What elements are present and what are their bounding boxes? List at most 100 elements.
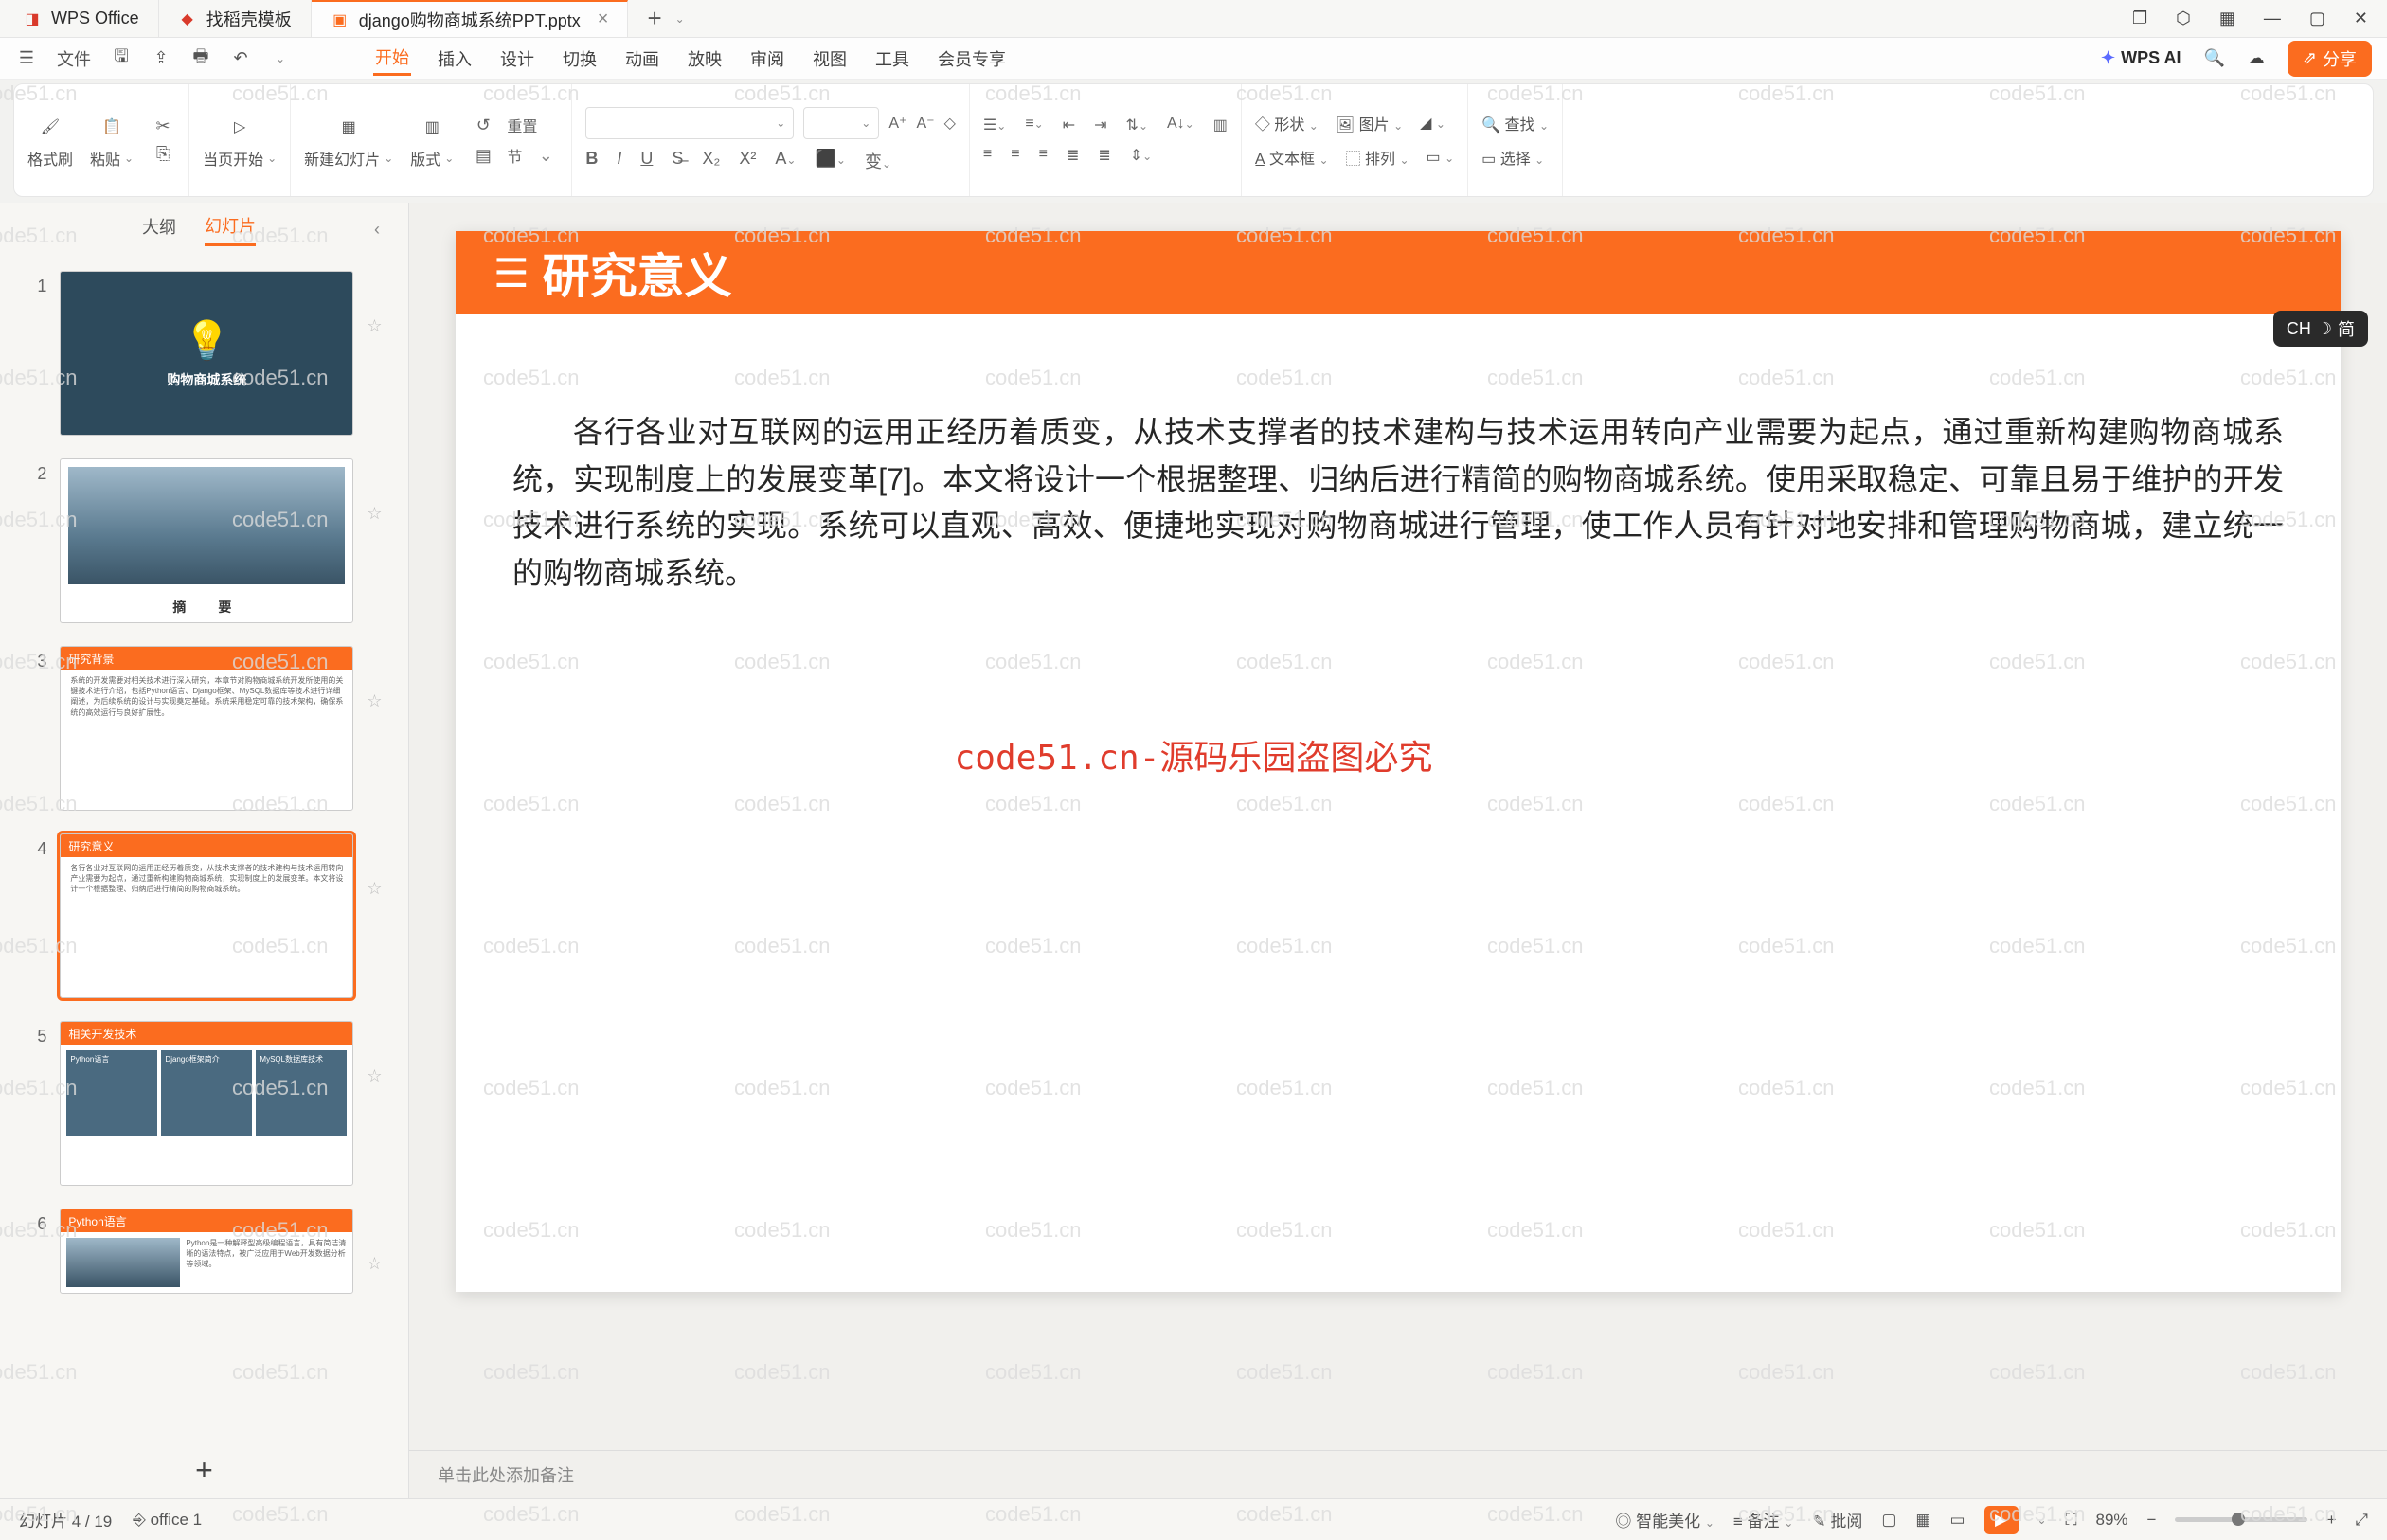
select-button[interactable]: ▭ 选择 ⌄ (1481, 146, 1544, 169)
tab-menu-caret[interactable]: ⌄ (675, 12, 685, 26)
strike-button[interactable]: S̶ (672, 149, 683, 173)
close-window-button[interactable]: ✕ (2354, 9, 2368, 28)
menu-tool[interactable]: 工具 (873, 43, 911, 75)
export-icon[interactable]: ⇪ (150, 47, 172, 70)
slide-scroll[interactable]: ☰ 研究意义 各行各业对互联网的运用正经历着质变，从技术支撑者的技术建构与技术运… (409, 203, 2387, 1450)
star-icon[interactable]: ☆ (367, 458, 384, 524)
find-button[interactable]: 🔍 查找 ⌄ (1481, 112, 1549, 134)
italic-button[interactable]: I (617, 149, 621, 173)
office-indicator[interactable]: ⎆ office 1 (133, 1511, 202, 1530)
maximize-button[interactable]: ▢ (2309, 9, 2325, 28)
slideshow-button[interactable]: ▶ (1984, 1506, 2019, 1534)
menu-insert[interactable]: 插入 (436, 43, 474, 75)
file-menu[interactable]: 文件 (55, 43, 93, 75)
zoom-value[interactable]: 89% (2095, 1511, 2127, 1530)
textbox-button[interactable]: A̲ 文本框 ⌄ (1255, 146, 1329, 169)
bullet-list-button[interactable]: ☰⌄ (983, 116, 1006, 134)
format-brush-button[interactable]: 🖌 格式刷 (27, 111, 73, 170)
subscript-button[interactable]: X₂ (702, 149, 720, 173)
menu-anim[interactable]: 动画 (623, 43, 661, 75)
underline-button[interactable]: U (640, 149, 653, 173)
share-button[interactable]: ⇗ 分享 (2288, 41, 2372, 77)
thumbnail-list[interactable]: 1 💡 购物商城系统 ☆ 2 摘 要 ☆ (0, 256, 408, 1442)
normal-view-icon[interactable]: ▢ (1881, 1511, 1896, 1530)
qa-caret[interactable]: ⌄ (269, 47, 292, 70)
align-left-button[interactable]: ≡ (983, 146, 992, 165)
undo-icon[interactable]: ↶ (229, 47, 252, 70)
star-icon[interactable]: ☆ (367, 646, 384, 711)
shape-button[interactable]: ◇ 形状 ⌄ (1255, 112, 1319, 134)
search-icon[interactable]: 🔍 (2203, 48, 2224, 68)
paste-button[interactable]: 📋 粘贴⌄ (90, 111, 134, 170)
indent-inc-button[interactable]: ⇥ (1094, 116, 1106, 134)
clear-format-icon[interactable]: ◇ (944, 114, 956, 133)
align-dist-button[interactable]: ≣ (1098, 146, 1110, 165)
align-justify-button[interactable]: ≣ (1067, 146, 1079, 165)
add-slide-button[interactable]: + (0, 1442, 408, 1498)
slide-thumb-2[interactable]: 摘 要 (60, 458, 353, 623)
expand-icon[interactable]: ⤢ (2355, 1511, 2368, 1530)
menu-view[interactable]: 视图 (811, 43, 849, 75)
menu-start[interactable]: 开始 (373, 41, 411, 76)
save-icon[interactable]: 🖫 (110, 47, 133, 70)
slide-editor[interactable]: ☰ 研究意义 各行各业对互联网的运用正经历着质变，从技术支撑者的技术建构与技术运… (456, 231, 2341, 1292)
vertical-align-button[interactable]: ⇕⌄ (1130, 146, 1152, 165)
tab-document[interactable]: ▣ django购物商城系统PPT.pptx × (312, 0, 629, 37)
star-icon[interactable]: ☆ (367, 1209, 384, 1274)
image-button[interactable]: 🖼 图片 ⌄ (1336, 112, 1403, 134)
number-list-button[interactable]: ≡⌄ (1025, 116, 1043, 134)
menu-icon[interactable]: ☰ (15, 47, 38, 70)
star-icon[interactable]: ☆ (367, 1021, 384, 1086)
slide-thumb-5[interactable]: 相关开发技术 Python语言 Django框架简介 MySQL数据库技术 (60, 1021, 353, 1186)
align-right-button[interactable]: ≡ (1039, 146, 1048, 165)
section-button[interactable]: ▤节⌄ (471, 144, 558, 167)
text-dir-button[interactable]: A↓⌄ (1167, 116, 1194, 134)
slide-thumb-3[interactable]: 研究背景 系统的开发需要对相关技术进行深入研究，本章节对购物商城系统开发所使用的… (60, 646, 353, 811)
fill-button[interactable]: ▭ ⌄ (1427, 148, 1455, 167)
tab-outline[interactable]: 大纲 (142, 214, 176, 244)
close-tab-icon[interactable]: × (590, 9, 609, 30)
slide-thumb-6[interactable]: Python语言 Python是一种解释型高级编程语言，具有简洁清晰的语法特点，… (60, 1209, 353, 1294)
cloud-icon[interactable]: ☁ (2248, 48, 2265, 68)
cut-icon[interactable]: ✂ (151, 116, 175, 136)
slide-thumb-4[interactable]: 研究意义 各行各业对互联网的运用正经历着质变，从技术支撑者的技术建构与技术运用转… (60, 833, 353, 998)
ime-indicator[interactable]: CH ☽ 简 (2273, 311, 2368, 347)
highlight-button[interactable]: ⬛⌄ (815, 149, 845, 173)
font-size-select[interactable]: ⌄ (803, 107, 879, 139)
reset-button[interactable]: ↺重置 (471, 114, 558, 136)
star-icon[interactable]: ☆ (367, 271, 384, 336)
user-avatar-icon[interactable]: ▦ (2219, 9, 2235, 28)
zoom-slider[interactable] (2175, 1517, 2307, 1522)
arrange-button[interactable]: ⬚ 排列 ⌄ (1346, 146, 1409, 169)
slide-thumb-1[interactable]: 💡 购物商城系统 (60, 271, 353, 436)
review-button[interactable]: ✎ 批阅 (1812, 1508, 1862, 1531)
add-tab-button[interactable]: + (647, 4, 661, 33)
superscript-button[interactable]: X² (739, 149, 756, 173)
tab-wps-office[interactable]: ◨ WPS Office (4, 0, 159, 37)
fit-icon[interactable]: ⛶ (2066, 1511, 2077, 1530)
tab-slides[interactable]: 幻灯片 (205, 213, 256, 246)
reading-view-icon[interactable]: ▭ (1949, 1511, 1965, 1530)
slide-body-text[interactable]: 各行各业对互联网的运用正经历着质变，从技术支撑者的技术建构与技术运用转向产业需要… (456, 314, 2341, 597)
beautify-button[interactable]: ◎ 智能美化 ⌄ (1615, 1508, 1714, 1531)
font-color-button[interactable]: A⌄ (775, 149, 796, 173)
layout-button[interactable]: ▥ 版式⌄ (410, 111, 454, 170)
new-slide-button[interactable]: ▦ 新建幻灯片⌄ (304, 111, 393, 170)
menu-member[interactable]: 会员专享 (936, 43, 1008, 75)
bold-button[interactable]: B (585, 149, 598, 173)
zoom-out-button[interactable]: − (2147, 1511, 2157, 1530)
menu-review[interactable]: 审阅 (748, 43, 786, 75)
align-center-button[interactable]: ≡ (1011, 146, 1019, 165)
line-space-button[interactable]: ⇅⌄ (1126, 116, 1148, 134)
collapse-panel-icon[interactable]: ‹ (374, 220, 380, 240)
print-icon[interactable]: 🖶 (189, 47, 212, 70)
tab-template[interactable]: ◆ 找稻壳模板 (159, 0, 312, 37)
menu-design[interactable]: 设计 (498, 43, 536, 75)
wps-ai-button[interactable]: ✦ WPS AI (2101, 48, 2181, 68)
indent-dec-button[interactable]: ⇤ (1063, 116, 1075, 134)
window-mode-icon[interactable]: ❐ (2132, 9, 2147, 28)
minimize-button[interactable]: — (2264, 9, 2281, 28)
slide-counter[interactable]: 幻灯片 4 / 19 (19, 1508, 112, 1531)
notes-button[interactable]: ≡ 备注 ⌄ (1733, 1508, 1793, 1531)
star-icon[interactable]: ☆ (367, 833, 384, 899)
